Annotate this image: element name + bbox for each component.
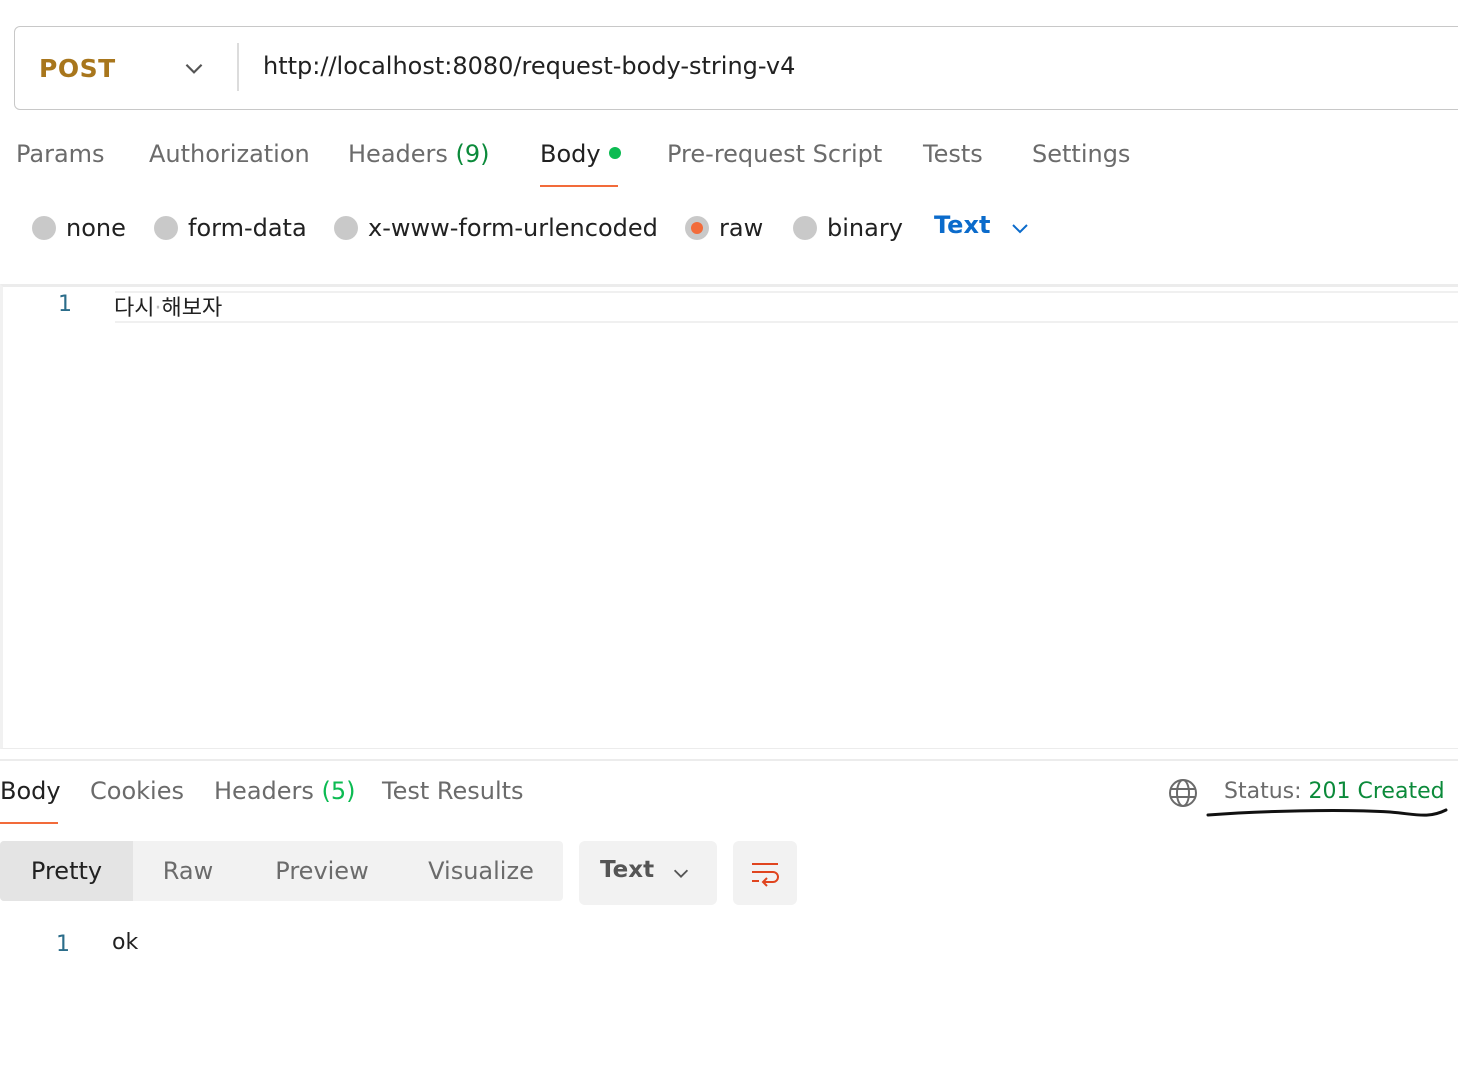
tab-body[interactable]: Body (540, 140, 621, 168)
radio-circle[interactable] (793, 216, 817, 240)
body-format-dropdown[interactable]: Text (934, 211, 990, 239)
response-status[interactable]: Status: 201 Created (1224, 779, 1445, 804)
radio-binary[interactable]: binary (793, 213, 903, 243)
response-divider (0, 759, 1458, 761)
tab-tests[interactable]: Tests (923, 140, 983, 168)
response-headers-count: (5) (321, 777, 356, 805)
wrap-lines-icon[interactable] (749, 857, 781, 889)
response-active-tab-underline (0, 822, 58, 824)
body-modified-indicator (608, 147, 621, 159)
tab-params[interactable]: Params (16, 140, 105, 168)
active-line-highlight (115, 291, 1458, 323)
radio-raw[interactable]: raw (685, 213, 763, 243)
tab-authorization[interactable]: Authorization (149, 140, 310, 168)
url-bar: POST http://localhost:8080/request-body-… (14, 26, 1458, 110)
headers-count: (9) (455, 140, 490, 168)
view-pretty-button[interactable]: Pretty (0, 841, 133, 901)
response-body-content[interactable]: ok (112, 930, 138, 955)
response-tab-test-results[interactable]: Test Results (382, 777, 524, 805)
globe-icon[interactable] (1167, 777, 1199, 809)
url-divider (237, 43, 239, 91)
response-tab-body[interactable]: Body (0, 777, 61, 805)
radio-none[interactable]: none (32, 213, 126, 243)
url-input[interactable]: http://localhost:8080/request-body-strin… (263, 27, 795, 105)
radio-circle-selected[interactable] (685, 216, 709, 240)
tab-settings[interactable]: Settings (1032, 140, 1130, 168)
active-tab-underline (540, 185, 618, 187)
chevron-down-icon[interactable] (181, 55, 207, 81)
response-format-label: Text (600, 857, 655, 883)
view-visualize-button[interactable]: Visualize (412, 841, 550, 901)
tab-headers[interactable]: Headers (9) (348, 140, 490, 168)
radio-circle[interactable] (154, 216, 178, 240)
view-raw-button[interactable]: Raw (133, 841, 243, 901)
chevron-down-icon[interactable] (670, 862, 692, 884)
response-line-number: 1 (56, 932, 70, 957)
request-body-editor[interactable] (0, 284, 1458, 749)
editor-line-number: 1 (58, 292, 72, 317)
response-tab-cookies[interactable]: Cookies (90, 777, 184, 805)
view-preview-button[interactable]: Preview (258, 841, 386, 901)
chevron-down-icon[interactable] (1008, 216, 1032, 240)
radio-circle[interactable] (334, 216, 358, 240)
radio-x-www-form-urlencoded[interactable]: x-www-form-urlencoded (334, 213, 658, 243)
editor-line-content[interactable]: 다시·해보자 (114, 290, 222, 322)
response-tab-headers[interactable]: Headers (5) (214, 777, 356, 805)
radio-form-data[interactable]: form-data (154, 213, 307, 243)
radio-circle[interactable] (32, 216, 56, 240)
method-selector[interactable]: POST (39, 27, 116, 111)
handwritten-underline (1206, 808, 1448, 817)
tab-pre-request-script[interactable]: Pre-request Script (667, 140, 882, 168)
status-value: 201 Created (1308, 779, 1445, 804)
